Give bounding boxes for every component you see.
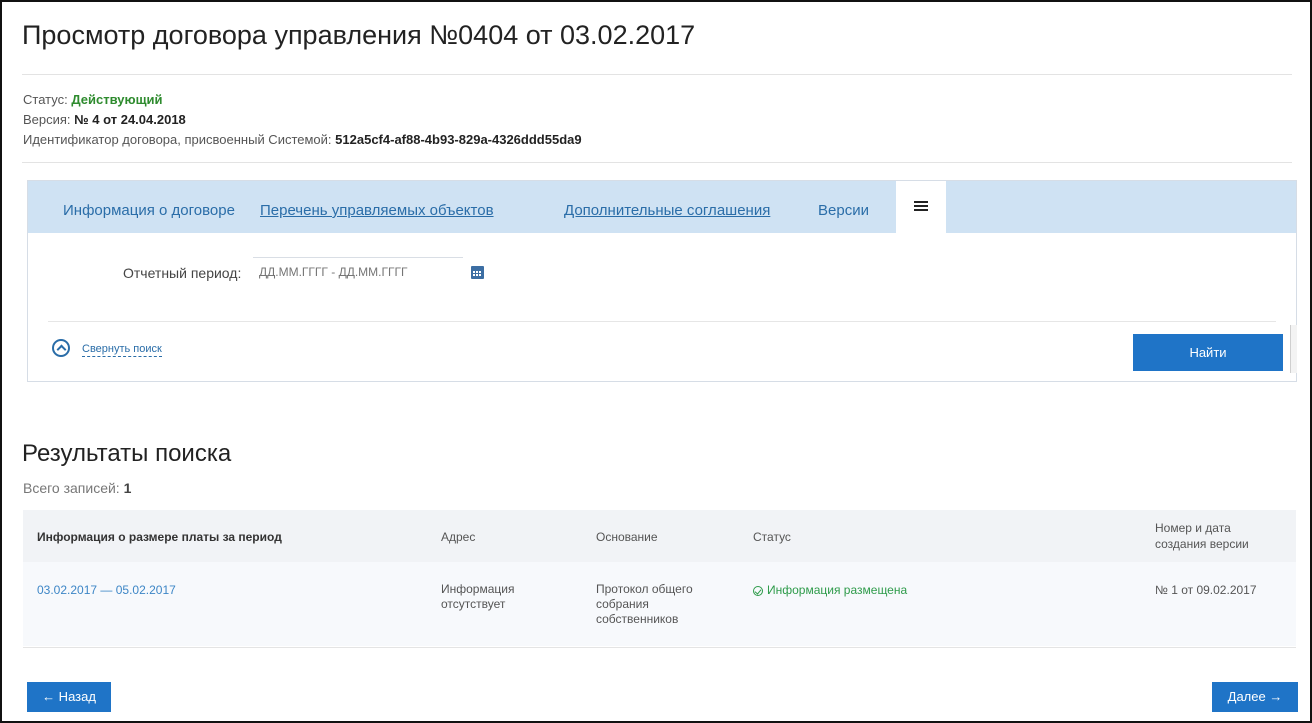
tab-managed-objects-label: Перечень управляемых объектов [260,202,494,219]
total-label: Всего записей: [23,480,120,496]
status-text: Информация размещена [767,583,908,597]
period-label: Отчетный период: [123,265,242,281]
tab-versions[interactable]: Версии [818,181,869,233]
status-label: Статус: [23,92,68,107]
tab-contract-info-label: Информация о договоре [63,202,235,219]
chevron-up-circle-icon[interactable] [52,339,70,357]
calendar-icon[interactable] [471,266,484,279]
page-frame: Просмотр договора управления №0404 от 03… [0,0,1312,723]
address-cell: Информация отсутствует [441,582,515,611]
meta-divider [22,162,1292,163]
tab-bar: Информация о договоре Перечень управляем… [28,181,1296,233]
status-value: Действующий [71,92,163,107]
column-header-version[interactable]: Номер и дата создания версии [1155,520,1273,552]
version-label: Версия: [23,112,71,127]
status-cell: Информация размещена [753,583,907,598]
check-circle-icon [753,586,763,596]
next-button[interactable]: Далее → [1212,682,1298,712]
results-table: Информация о размере платы за период Адр… [23,510,1296,648]
period-link[interactable]: 03.02.2017 — 05.02.2017 [37,583,176,598]
contract-id-label: Идентификатор договора, присвоенный Сист… [23,132,332,147]
table-row: 03.02.2017 — 05.02.2017 Информация отсут… [23,562,1296,648]
back-button[interactable]: ← Назад [27,682,111,712]
tab-additional-agreements[interactable]: Дополнительные соглашения [564,181,770,233]
tab-contract-info[interactable]: Информация о договоре [63,181,235,233]
collapse-search-link[interactable]: Свернуть поиск [82,343,162,357]
search-panel: Информация о договоре Перечень управляем… [27,180,1297,382]
version-line: Версия: № 4 от 24.04.2018 [23,112,186,127]
total-records: Всего записей: 1 [23,480,131,496]
find-button[interactable]: Найти [1133,334,1283,371]
status-line: Статус: Действующий [23,92,163,107]
contract-id-line: Идентификатор договора, присвоенный Сист… [23,132,582,147]
panel-divider [48,321,1276,322]
column-header-status[interactable]: Статус [753,530,791,544]
version-value: № 4 от 24.04.2018 [74,112,186,127]
page-title: Просмотр договора управления №0404 от 03… [22,20,696,50]
period-input[interactable] [253,257,463,285]
contract-id-value: 512a5cf4-af88-4b93-829a-4326ddd55da9 [335,132,582,147]
tab-managed-objects[interactable]: Перечень управляемых объектов [260,181,494,233]
column-header-basis[interactable]: Основание [596,530,658,544]
tab-list-view[interactable] [896,181,946,233]
total-value: 1 [123,480,132,496]
basis-cell: Протокол общего собрания собственников [596,582,693,626]
panel-scrollbar[interactable] [1290,325,1297,373]
list-icon [914,201,928,212]
column-header-address[interactable]: Адрес [441,530,475,544]
results-title: Результаты поиска [22,440,232,467]
version-cell: № 1 от 09.02.2017 [1155,583,1257,597]
column-header-payment-period[interactable]: Информация о размере платы за период [37,530,282,544]
tab-additional-agreements-label: Дополнительные соглашения [564,202,771,219]
tab-versions-label: Версии [818,202,869,219]
title-divider [22,74,1292,75]
table-header: Информация о размере платы за период Адр… [23,510,1296,562]
